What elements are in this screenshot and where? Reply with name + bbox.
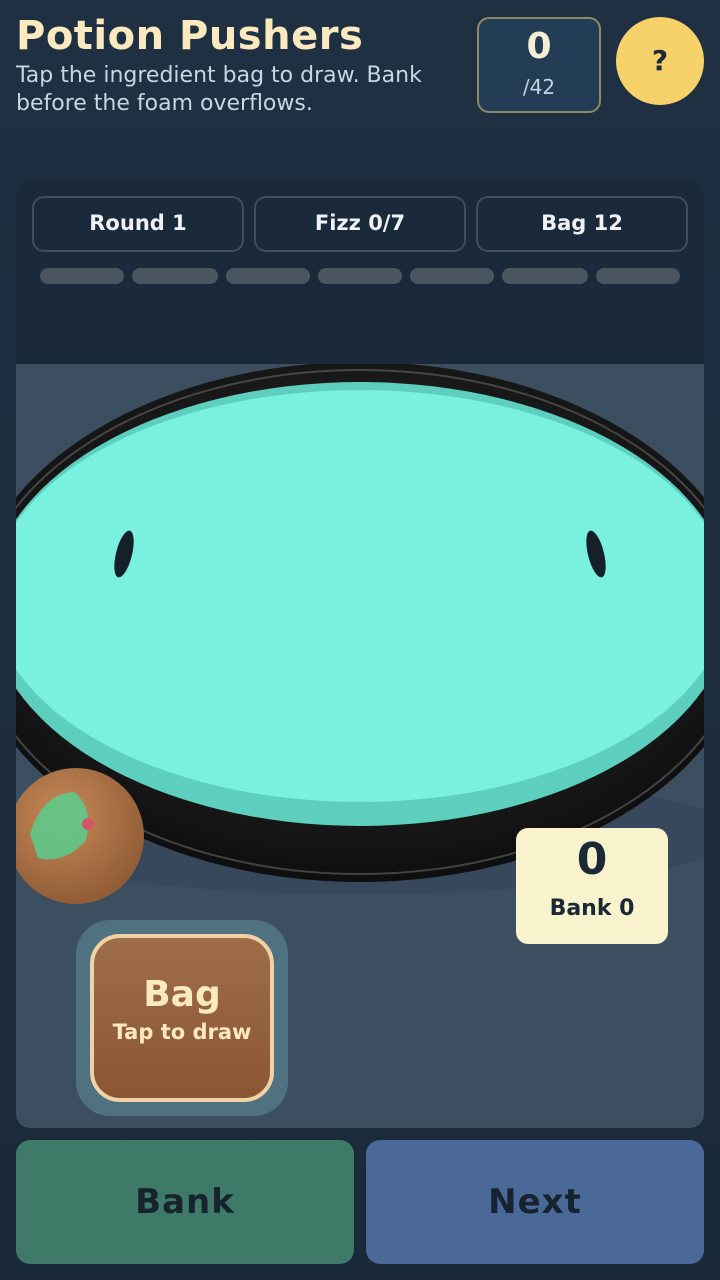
game-board: Round 1 Fizz 0/7 Bag 12 0 Bank 0 Bag Tap… bbox=[16, 180, 704, 1128]
fizz-segment bbox=[132, 268, 218, 284]
next-button[interactable]: Next bbox=[366, 1140, 704, 1264]
bag-button-subtitle: Tap to draw bbox=[112, 1020, 252, 1044]
fizz-segment bbox=[226, 268, 310, 284]
fizz-segment bbox=[502, 268, 588, 284]
ingredient-bag-button[interactable]: Bag Tap to draw bbox=[90, 934, 274, 1102]
bank-card-label: Bank 0 bbox=[549, 896, 635, 921]
cauldron-scene: 0 Bank 0 Bag Tap to draw bbox=[16, 364, 704, 1128]
score-box: 0 /42 bbox=[477, 17, 601, 113]
game-screen: Potion Pushers Tap the ingredient bag to… bbox=[0, 0, 720, 1280]
fizz-segment bbox=[40, 268, 124, 284]
bag-button-title: Bag bbox=[143, 974, 221, 1015]
bank-card: 0 Bank 0 bbox=[516, 828, 668, 944]
score-value: 0 bbox=[526, 26, 552, 67]
game-instructions: Tap the ingredient bag to draw. Bank bef… bbox=[16, 63, 422, 116]
help-button[interactable]: ? bbox=[616, 17, 704, 105]
fizz-segment bbox=[596, 268, 680, 284]
fizz-meter bbox=[40, 268, 680, 284]
round-indicator: Round 1 bbox=[32, 196, 244, 252]
game-title: Potion Pushers bbox=[16, 13, 364, 59]
bag-count-indicator: Bag 12 bbox=[476, 196, 688, 252]
fizz-segment bbox=[410, 268, 494, 284]
bank-button[interactable]: Bank bbox=[16, 1140, 354, 1264]
fizz-indicator: Fizz 0/7 bbox=[254, 196, 466, 252]
fizz-segment bbox=[318, 268, 402, 284]
potion-surface bbox=[16, 390, 704, 802]
score-target: /42 bbox=[522, 75, 556, 99]
bank-card-value: 0 bbox=[576, 834, 608, 885]
